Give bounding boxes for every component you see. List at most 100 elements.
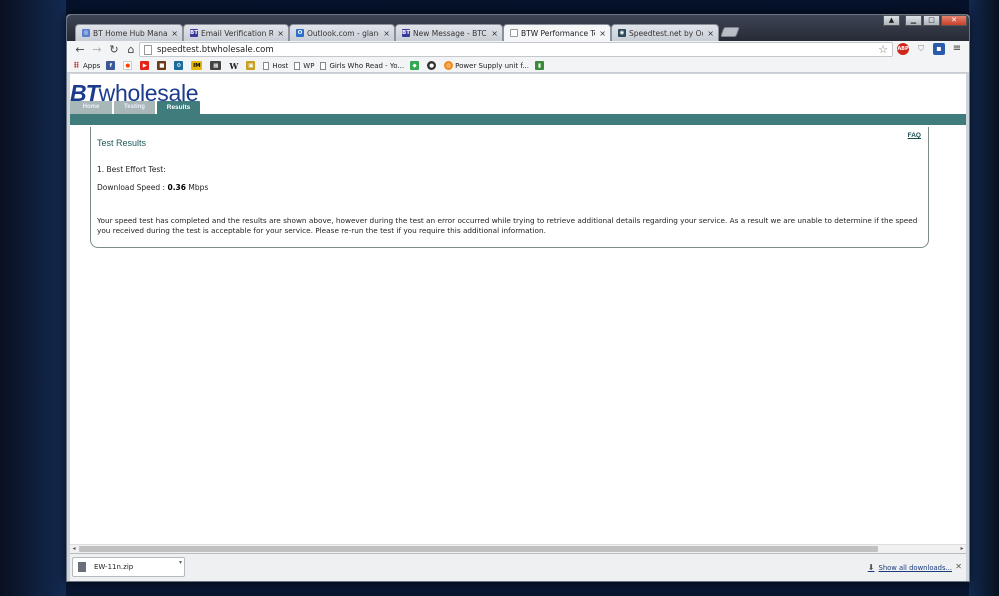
site-tab-testing[interactable]: Testing <box>114 101 155 114</box>
address-url[interactable]: speedtest.btwholesale.com <box>157 45 274 55</box>
youtube-icon: ▶ <box>140 61 150 70</box>
close-icon[interactable]: ✕ <box>955 562 962 571</box>
gear-icon: ⚙ <box>174 61 184 70</box>
close-tab-icon[interactable]: × <box>490 29 498 38</box>
minimize-button[interactable]: ▁ <box>905 15 922 26</box>
back-arrow-icon[interactable]: ← <box>73 43 87 57</box>
close-tab-icon[interactable]: × <box>706 29 714 38</box>
results-panel: FAQ Test Results 1. Best Effort Test: Do… <box>90 127 929 248</box>
wikipedia-icon: W <box>229 60 239 71</box>
result-message: Your speed test has completed and the re… <box>97 216 918 235</box>
photo-icon: ▣ <box>246 61 256 70</box>
orange-circle-icon: ◎ <box>444 61 454 70</box>
bt-icon: BT <box>402 29 410 37</box>
imdb-icon: IM <box>191 61 203 70</box>
bookmarks-bar: ⠿ Apps f ● ▶ ■ ⚙ IM ▦ W ▣ Host WP Girls … <box>67 59 969 73</box>
page-viewport: BTwholesale Home Testing Results FAQ Tes… <box>70 74 966 544</box>
reddit-icon: ● <box>123 61 133 70</box>
browser-window: ◎ BT Home Hub Manager - × BT Email Verif… <box>66 14 970 582</box>
site-tab-home[interactable]: Home <box>70 101 112 114</box>
extension-icons: ABP ⛉ ▪ ≡ <box>891 43 963 55</box>
show-all-downloads-link[interactable]: ⬇ Show all downloads... <box>868 563 952 572</box>
panel-title: Test Results <box>97 138 147 148</box>
new-tab-button[interactable] <box>720 27 740 37</box>
tab-email-verification[interactable]: BT Email Verification Require × <box>183 24 289 41</box>
briefcase-icon: ■ <box>157 61 167 70</box>
desktop-background-right <box>969 0 999 596</box>
bookmark-photo[interactable]: ▣ <box>246 61 257 70</box>
bookmark-imdb[interactable]: IM <box>191 61 204 70</box>
zip-file-icon <box>78 562 86 572</box>
bookmark-gear[interactable]: ⚙ <box>174 61 185 70</box>
tab-new-message[interactable]: BT New Message - BTCare C × <box>395 24 503 41</box>
faq-link[interactable]: FAQ <box>908 132 921 139</box>
scroll-left-arrow-icon[interactable]: ◂ <box>70 545 78 553</box>
site-nav: Home Testing Results <box>70 101 202 114</box>
tab-speedtest-ookla[interactable]: ◉ Speedtest.net by Ookla - × <box>611 24 719 41</box>
address-bar[interactable]: speedtest.btwholesale.com ☆ <box>139 42 893 57</box>
facebook-icon: f <box>106 61 116 70</box>
bookmark-star-icon[interactable]: ☆ <box>878 43 888 56</box>
user-profile-icon[interactable]: ▲ <box>883 15 900 26</box>
horizontal-scrollbar[interactable]: ◂ ▸ <box>70 544 966 553</box>
maximize-button[interactable]: □ <box>923 15 940 26</box>
bookmark-girls-who-read[interactable]: Girls Who Read - Yo... <box>320 61 404 70</box>
shield-icon[interactable]: ⛉ <box>915 43 927 55</box>
download-speed: Download Speed : 0.36 Mbps <box>97 183 209 192</box>
forward-arrow-icon[interactable]: → <box>90 43 104 57</box>
page-icon <box>144 44 152 55</box>
adblock-icon[interactable]: ABP <box>897 43 909 55</box>
menu-icon[interactable]: ≡ <box>951 43 963 55</box>
chevron-down-icon[interactable]: ▾ <box>179 559 182 566</box>
window-controls: ▲ ▁ □ ✕ <box>882 15 967 26</box>
download-filename: EW-11n.zip <box>94 563 134 571</box>
scroll-right-arrow-icon[interactable]: ▸ <box>958 545 966 553</box>
bookmark-dark-circle[interactable]: ● <box>427 61 438 70</box>
download-arrow-icon: ⬇ <box>867 563 875 572</box>
maps-icon: ◆ <box>410 61 420 70</box>
browser-toolbar: ← → ↻ ⌂ speedtest.btwholesale.com ☆ ABP … <box>67 41 969 59</box>
download-item[interactable]: EW-11n.zip ▾ <box>72 557 185 577</box>
home-icon[interactable]: ⌂ <box>124 43 138 57</box>
bookmark-wp[interactable]: WP <box>294 61 314 70</box>
tab-bt-home-hub[interactable]: ◎ BT Home Hub Manager - × <box>75 24 183 41</box>
bookmark-facebook[interactable]: f <box>106 61 117 70</box>
speedtest-icon: ◉ <box>618 29 626 37</box>
downloads-shelf: EW-11n.zip ▾ ⬇ Show all downloads... ✕ <box>70 553 966 581</box>
close-tab-icon[interactable]: × <box>276 29 284 38</box>
bookmark-briefcase[interactable]: ■ <box>157 61 168 70</box>
site-tab-results[interactable]: Results <box>157 101 200 114</box>
bookmark-youtube[interactable]: ▶ <box>140 61 151 70</box>
desktop-background-left <box>0 0 66 596</box>
page-icon <box>294 61 301 70</box>
bookmark-maps[interactable]: ◆ <box>410 61 421 70</box>
bookmark-wikipedia[interactable]: W <box>229 60 240 71</box>
bookmark-host[interactable]: Host <box>263 61 288 70</box>
page-icon <box>320 61 327 70</box>
scrollbar-thumb[interactable] <box>79 546 878 552</box>
close-window-button[interactable]: ✕ <box>941 15 967 26</box>
close-tab-icon[interactable]: × <box>170 29 178 38</box>
tab-strip: ◎ BT Home Hub Manager - × BT Email Verif… <box>67 15 969 41</box>
page-icon <box>263 61 270 70</box>
tab-outlook[interactable]: O Outlook.com - glane@ho × <box>289 24 395 41</box>
header-bar <box>70 114 966 125</box>
chrome-icon: ◎ <box>82 29 90 37</box>
tab-btw-performance-test[interactable]: BTW Performance Test × <box>503 24 611 41</box>
reload-icon[interactable]: ↻ <box>107 43 121 57</box>
bookmark-reddit[interactable]: ● <box>123 61 134 70</box>
download-speed-value: 0.36 <box>167 183 186 192</box>
apps-grid-icon: ⠿ <box>73 61 80 70</box>
bookmark-film[interactable]: ▦ <box>210 61 223 70</box>
bookmark-power-supply[interactable]: ◎ Power Supply unit f... <box>444 61 529 70</box>
outlook-icon: O <box>296 29 304 37</box>
extension-square-icon[interactable]: ▪ <box>933 43 945 55</box>
close-tab-icon[interactable]: × <box>598 29 606 38</box>
dark-circle-icon: ● <box>427 61 437 70</box>
test-name: 1. Best Effort Test: <box>97 165 166 174</box>
bookmark-green-book[interactable]: ▮ <box>535 61 546 70</box>
film-icon: ▦ <box>210 61 222 70</box>
bt-icon: BT <box>190 29 198 37</box>
bookmark-apps[interactable]: ⠿ Apps <box>72 61 100 70</box>
close-tab-icon[interactable]: × <box>382 29 390 38</box>
